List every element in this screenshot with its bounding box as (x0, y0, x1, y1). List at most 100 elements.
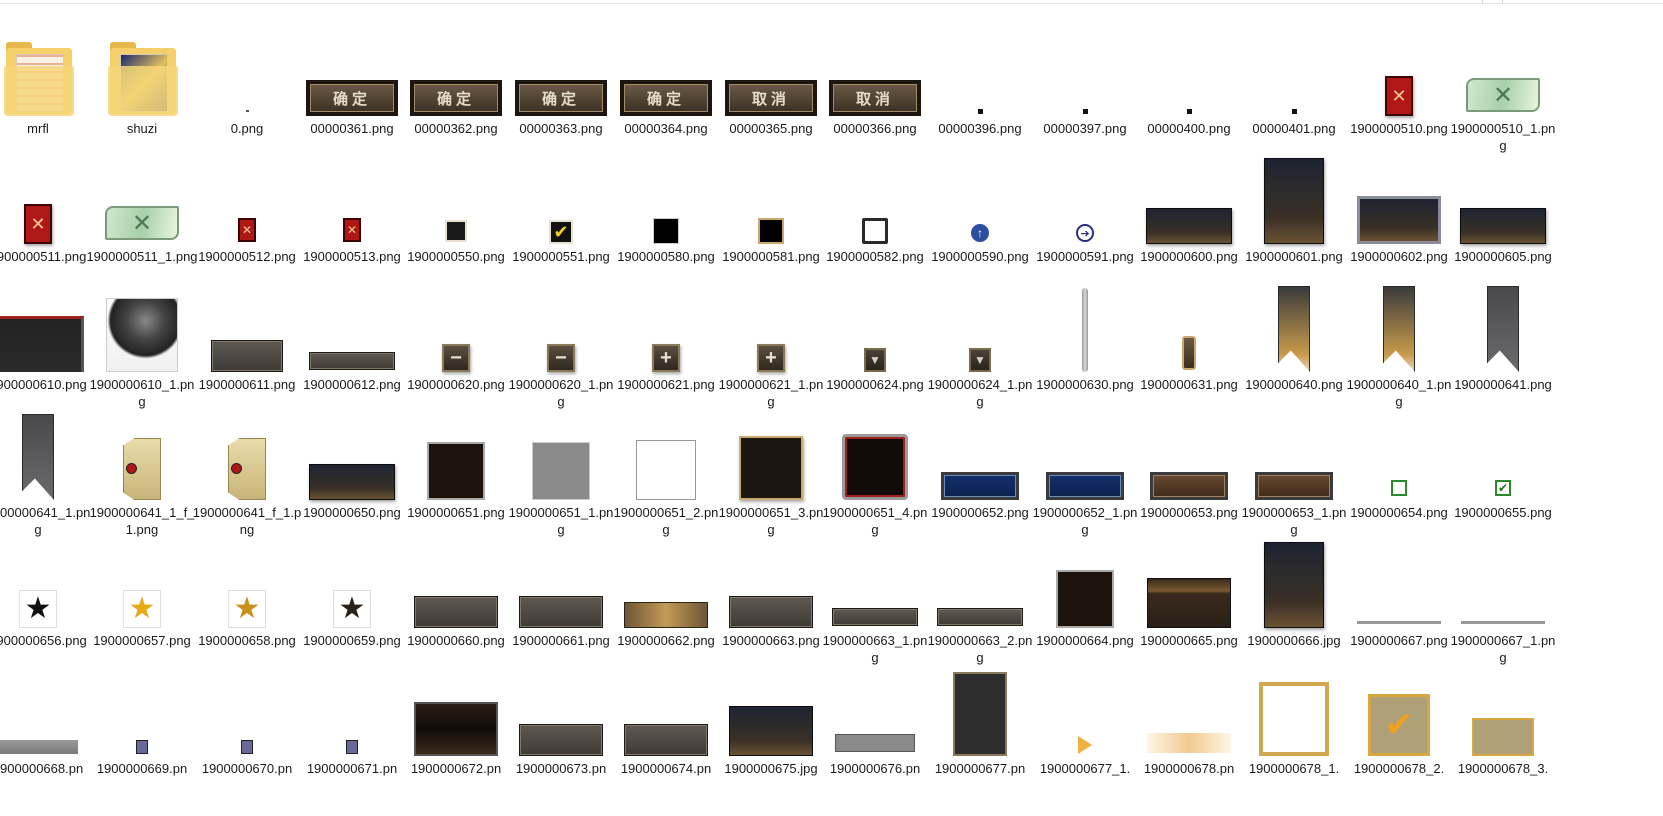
file-thumbnail[interactable] (507, 542, 615, 628)
file-item[interactable]: ✕ 1900000510_1.png (1449, 30, 1557, 166)
file-thumbnail[interactable] (926, 670, 1034, 756)
file-item[interactable]: 1900000641_1_f_1.png (88, 414, 196, 550)
file-item[interactable]: 1900000663_2.png (926, 542, 1034, 678)
file-thumbnail[interactable] (1449, 158, 1557, 244)
file-thumbnail[interactable] (507, 670, 615, 756)
file-item[interactable]: 1900000668.pn (0, 670, 92, 806)
file-item[interactable]: ➔ 1900000591.png (1031, 158, 1139, 294)
file-thumbnail[interactable]: ✕ (298, 158, 406, 244)
file-item[interactable]: ✔ 1900000678_2. (1345, 670, 1453, 806)
file-thumbnail[interactable] (821, 414, 929, 500)
file-thumbnail[interactable] (1135, 414, 1243, 500)
file-thumbnail[interactable] (926, 30, 1034, 116)
file-thumbnail[interactable] (926, 542, 1034, 628)
file-thumbnail[interactable] (1449, 286, 1557, 372)
file-item[interactable]: 1900000652.png (926, 414, 1034, 550)
file-thumbnail[interactable]: 取消 (717, 30, 825, 116)
file-item[interactable]: 1900000661.png (507, 542, 615, 678)
file-thumbnail[interactable] (1449, 542, 1557, 628)
file-thumbnail[interactable] (612, 542, 720, 628)
file-thumbnail[interactable] (612, 158, 720, 244)
file-item[interactable]: shuzi (88, 30, 196, 166)
file-item[interactable]: 1900000641_f_1.png (193, 414, 301, 550)
file-item[interactable]: 1900000664.png (1031, 542, 1139, 678)
file-thumbnail[interactable] (1031, 542, 1139, 628)
file-thumbnail[interactable]: ✕ (88, 158, 196, 244)
file-item[interactable]: 1900000672.pn (402, 670, 510, 806)
file-item[interactable]: 1900000650.png (298, 414, 406, 550)
file-thumbnail[interactable]: 取消 (821, 30, 929, 116)
file-thumbnail[interactable] (0, 414, 92, 500)
file-item[interactable]: 1900000677_1. (1031, 670, 1139, 806)
file-item[interactable]: 1900000581.png (717, 158, 825, 294)
file-item[interactable]: 确定 00000362.png (402, 30, 510, 166)
file-item[interactable]: 1900000666.jpg (1240, 542, 1348, 678)
file-item[interactable]: 1900000677.pn (926, 670, 1034, 806)
file-thumbnail[interactable] (402, 542, 510, 628)
file-item[interactable]: 确定 00000364.png (612, 30, 720, 166)
file-thumbnail[interactable]: ▼ (821, 286, 929, 372)
file-thumbnail[interactable]: ✕ (193, 158, 301, 244)
file-item[interactable]: 1900000651_4.png (821, 414, 929, 550)
file-item[interactable]: 1900000640_1.png (1345, 286, 1453, 422)
file-item[interactable]: 1900000678_1. (1240, 670, 1348, 806)
file-item[interactable]: ★ 1900000657.png (88, 542, 196, 678)
file-item[interactable]: 1900000582.png (821, 158, 929, 294)
file-thumbnail[interactable]: ✔ (1345, 670, 1453, 756)
file-thumbnail[interactable] (88, 30, 196, 116)
file-thumbnail[interactable]: ➔ (1031, 158, 1139, 244)
file-thumbnail[interactable] (1135, 542, 1243, 628)
file-thumbnail[interactable]: + (612, 286, 720, 372)
file-item[interactable]: 确定 00000363.png (507, 30, 615, 166)
file-item[interactable]: − 1900000620_1.png (507, 286, 615, 422)
file-item[interactable]: 1900000653_1.png (1240, 414, 1348, 550)
file-thumbnail[interactable] (507, 414, 615, 500)
file-item[interactable]: ✔ 1900000655.png (1449, 414, 1557, 550)
file-item[interactable]: 1900000678_3. (1449, 670, 1557, 806)
file-thumbnail[interactable] (717, 670, 825, 756)
file-item[interactable]: 1900000651_1.png (507, 414, 615, 550)
file-thumbnail[interactable]: 确定 (298, 30, 406, 116)
file-thumbnail[interactable] (821, 542, 929, 628)
file-item[interactable]: 1900000674.pn (612, 670, 720, 806)
file-thumbnail[interactable] (717, 158, 825, 244)
file-thumbnail[interactable]: − (507, 286, 615, 372)
file-item[interactable]: 1900000641.png (1449, 286, 1557, 422)
file-thumbnail[interactable]: 确定 (507, 30, 615, 116)
file-item[interactable]: 1900000580.png (612, 158, 720, 294)
file-item[interactable]: 1900000653.png (1135, 414, 1243, 550)
file-item[interactable]: 1900000651.png (402, 414, 510, 550)
file-thumbnail[interactable] (402, 158, 510, 244)
file-item[interactable]: 00000397.png (1031, 30, 1139, 166)
file-thumbnail[interactable] (612, 414, 720, 500)
file-item[interactable]: 1900000610_1.png (88, 286, 196, 422)
file-item[interactable]: 1900000605.png (1449, 158, 1557, 294)
file-thumbnail[interactable]: 确定 (402, 30, 510, 116)
file-thumbnail[interactable] (402, 414, 510, 500)
file-item[interactable]: 1900000669.pn (88, 670, 196, 806)
file-thumbnail[interactable] (1031, 670, 1139, 756)
file-item[interactable]: 1900000673.pn (507, 670, 615, 806)
file-thumbnail[interactable]: − (402, 286, 510, 372)
file-thumbnail[interactable] (193, 30, 301, 116)
file-item[interactable]: 0.png (193, 30, 301, 166)
file-item[interactable]: 1900000662.png (612, 542, 720, 678)
file-item[interactable]: 1900000641_1.png (0, 414, 92, 550)
file-item[interactable]: 取消 00000366.png (821, 30, 929, 166)
file-item[interactable]: ✕ 1900000510.png (1345, 30, 1453, 166)
file-item[interactable]: 1900000667.png (1345, 542, 1453, 678)
file-item[interactable]: 1900000652_1.png (1031, 414, 1139, 550)
file-thumbnail[interactable] (1240, 670, 1348, 756)
file-item[interactable]: − 1900000620.png (402, 286, 510, 422)
file-thumbnail[interactable] (1449, 670, 1557, 756)
file-item[interactable]: 1900000651_3.png (717, 414, 825, 550)
file-thumbnail[interactable] (0, 30, 92, 116)
file-thumbnail[interactable]: ↑ (926, 158, 1034, 244)
file-thumbnail[interactable] (1345, 158, 1453, 244)
file-item[interactable]: 1900000611.png (193, 286, 301, 422)
file-thumbnail[interactable] (1031, 30, 1139, 116)
file-thumbnail[interactable] (1031, 286, 1139, 372)
file-thumbnail[interactable] (1240, 158, 1348, 244)
file-thumbnail[interactable] (612, 670, 720, 756)
file-thumbnail[interactable] (1240, 30, 1348, 116)
